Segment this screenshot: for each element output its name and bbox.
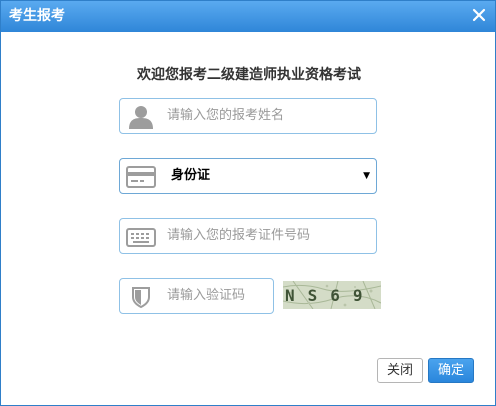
verify-code-placeholder: 请输入验证码 — [167, 288, 246, 303]
id-number-placeholder: 请输入您的报考证件号码 — [167, 228, 311, 243]
chevron-down-icon: ▼ — [363, 171, 370, 181]
id-card-icon — [126, 165, 156, 189]
captcha-text: NS69 — [285, 286, 376, 305]
id-number-field[interactable]: 请输入您的报考证件号码 — [119, 218, 377, 254]
name-field[interactable]: 请输入您的报考姓名 — [119, 98, 377, 134]
name-placeholder: 请输入您的报考姓名 — [167, 108, 285, 123]
shield-icon — [126, 285, 156, 309]
confirm-button[interactable]: 确定 — [428, 358, 474, 383]
dialog-titlebar: 考生报考 — [1, 1, 495, 32]
dialog-title: 考生报考 — [9, 8, 65, 24]
verify-code-field[interactable]: 请输入验证码 — [119, 278, 274, 314]
registration-dialog: 考生报考 欢迎您报考二级建造师执业资格考试 请输入您的报考姓名 身份证 ▼ 请输… — [0, 0, 496, 406]
captcha-image[interactable]: NS69 — [282, 280, 382, 310]
id-type-select[interactable]: 身份证 ▼ — [119, 158, 377, 194]
close-button[interactable]: 关闭 — [377, 358, 423, 383]
id-type-value: 身份证 — [171, 168, 211, 183]
user-icon — [126, 105, 156, 129]
keyboard-icon — [126, 225, 156, 249]
dialog-heading: 欢迎您报考二级建造师执业资格考试 — [137, 67, 361, 83]
close-icon[interactable] — [471, 7, 487, 23]
